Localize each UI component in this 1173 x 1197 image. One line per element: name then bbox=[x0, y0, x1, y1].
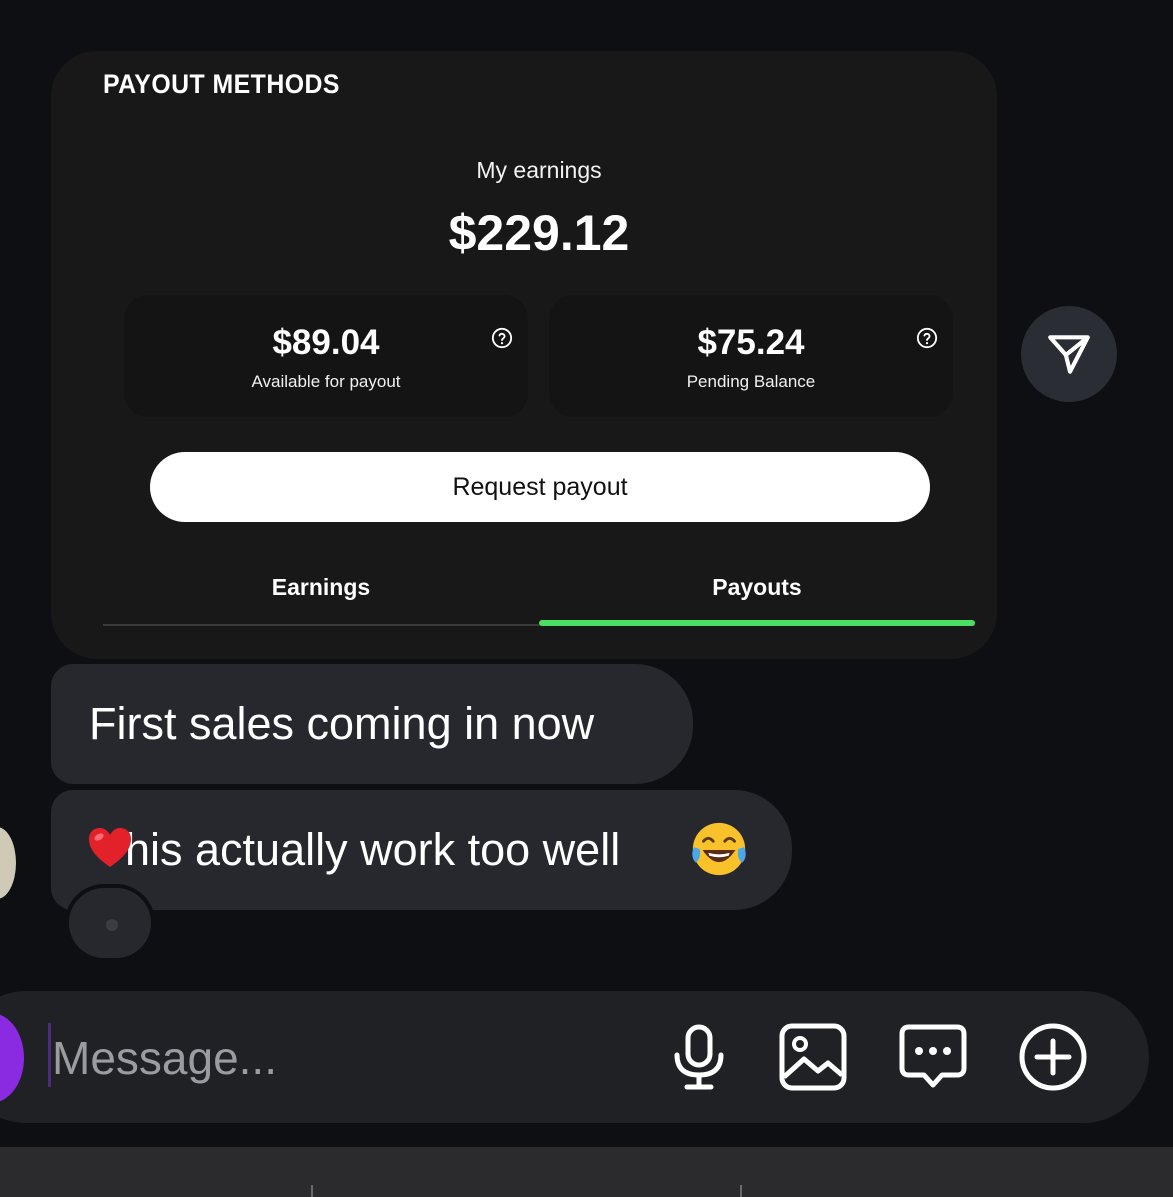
earnings-label: My earnings bbox=[476, 157, 602, 183]
tears-of-joy-emoji-icon bbox=[692, 822, 746, 876]
available-amount: $89.04 bbox=[272, 323, 380, 362]
reaction-dot bbox=[106, 919, 118, 931]
text-caret bbox=[48, 1023, 51, 1087]
available-label: Available for payout bbox=[251, 372, 401, 391]
message-text: his actually work too well bbox=[125, 824, 621, 875]
message-bubble[interactable]: his actually work too well bbox=[51, 790, 792, 910]
microphone-icon[interactable] bbox=[663, 1021, 735, 1093]
image-icon[interactable] bbox=[777, 1021, 849, 1093]
tab-payouts[interactable]: Payouts bbox=[539, 574, 975, 601]
bottom-divider bbox=[740, 1185, 742, 1197]
share-button[interactable] bbox=[1021, 306, 1117, 402]
message-input[interactable] bbox=[52, 1026, 612, 1090]
reaction-pill[interactable] bbox=[65, 884, 155, 962]
message-bubble[interactable]: First sales coming in now bbox=[51, 664, 693, 784]
pending-balance-box: $75.24 Pending Balance bbox=[549, 295, 953, 417]
red-heart-emoji-icon bbox=[89, 828, 131, 867]
tab-earnings[interactable]: Earnings bbox=[103, 574, 539, 601]
pending-label: Pending Balance bbox=[686, 372, 816, 391]
active-tab-indicator bbox=[539, 620, 975, 626]
bottom-navigation-bar bbox=[0, 1147, 1173, 1197]
request-payout-button[interactable]: Request payout bbox=[150, 452, 930, 522]
help-icon[interactable] bbox=[916, 327, 938, 349]
earnings-total: $229.12 bbox=[448, 205, 630, 261]
pending-amount: $75.24 bbox=[697, 323, 805, 362]
available-balance-box: $89.04 Available for payout bbox=[124, 295, 528, 417]
bottom-divider bbox=[311, 1185, 313, 1197]
avatar[interactable] bbox=[0, 827, 16, 899]
send-icon bbox=[1048, 335, 1090, 374]
payout-card: PAYOUT METHODS My earnings $229.12 $89.0… bbox=[51, 51, 997, 659]
add-circle-icon[interactable] bbox=[1017, 1021, 1089, 1093]
message-text: First sales coming in now bbox=[89, 698, 595, 749]
help-icon[interactable] bbox=[491, 327, 513, 349]
card-heading: PAYOUT METHODS bbox=[103, 69, 340, 99]
chat-bubble-icon[interactable] bbox=[897, 1021, 969, 1093]
